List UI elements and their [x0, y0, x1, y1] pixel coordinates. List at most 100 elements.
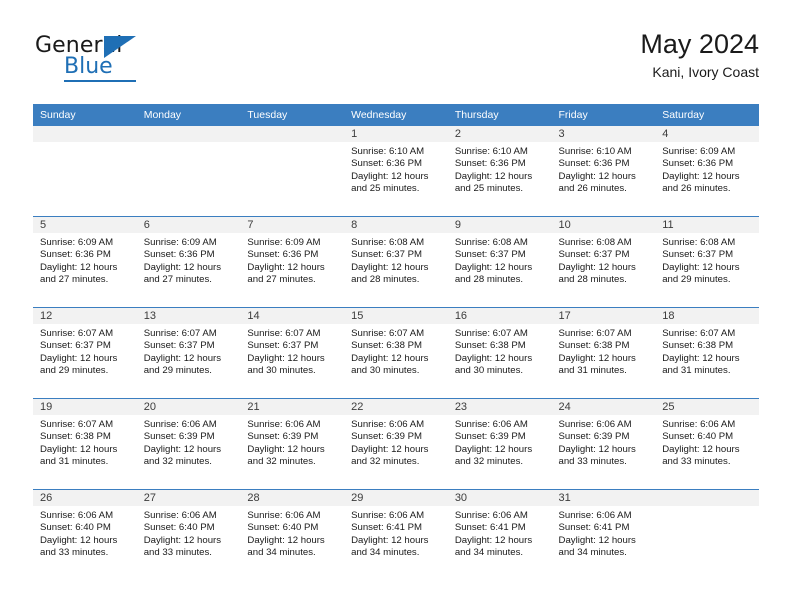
day-number: 2	[447, 126, 552, 142]
daylight-text-line1: Daylight: 12 hours	[40, 352, 118, 364]
sunrise-text: Sunrise: 6:06 AM	[143, 419, 217, 430]
day-number: 20	[136, 399, 241, 415]
daylight-text-line1: Daylight: 12 hours	[143, 261, 222, 273]
sunset-text: Sunset: 6:37 PM	[662, 249, 734, 261]
daylight-text-line1: Daylight: 12 hours	[351, 443, 429, 455]
calendar-day-cell[interactable]: 12 Sunrise: 6:07 AM Sunset: 6:37 PM Dayligh…	[33, 307, 137, 399]
daylight-text-line1: Daylight: 12 hours	[558, 352, 636, 364]
day-number: 23	[447, 399, 552, 415]
daylight-text-line2: and 28 minutes.	[558, 274, 627, 286]
calendar-day-cell[interactable]: 5 Sunrise: 6:09 AM Sunset: 6:36 PM Daylight…	[33, 216, 137, 308]
calendar-day-cell[interactable]: 19 Sunrise: 6:07 AM Sunset: 6:38 PM Dayligh…	[33, 398, 137, 490]
daylight-text-line1: Daylight: 12 hours	[454, 170, 533, 182]
daylight-text-line1: Daylight: 12 hours	[454, 443, 533, 455]
daylight-text-line2: and 28 minutes.	[454, 274, 524, 286]
calendar-day-cell[interactable]: 14 Sunrise: 6:07 AM Sunset: 6:37 PM Dayligh…	[240, 307, 345, 399]
sunrise-text: Sunrise: 6:06 AM	[454, 419, 528, 430]
day-details	[137, 142, 241, 146]
calendar-day-cell[interactable]: 7 Sunrise: 6:09 AM Sunset: 6:36 PM Daylight…	[240, 216, 345, 308]
day-number: 25	[655, 399, 759, 415]
day-details	[33, 142, 137, 146]
day-number	[136, 126, 241, 142]
daylight-text-line1: Daylight: 12 hours	[558, 261, 636, 273]
daylight-text-line2: and 25 minutes.	[351, 183, 420, 195]
calendar-day-cell[interactable]: 15 Sunrise: 6:07 AM Sunset: 6:38 PM Dayligh…	[344, 307, 448, 399]
daylight-text-line2: and 30 minutes.	[351, 365, 420, 377]
day-details: Sunrise: 6:10 AM Sunset: 6:36 PM Daylight:…	[344, 142, 448, 196]
calendar-empty-cell	[655, 489, 759, 580]
day-number: 18	[655, 308, 759, 324]
weekday-header-tuesday: Tuesday	[240, 104, 345, 126]
calendar-week-row: 5 Sunrise: 6:09 AM Sunset: 6:36 PM Daylight…	[33, 216, 759, 308]
calendar-day-cell[interactable]: 8 Sunrise: 6:08 AM Sunset: 6:37 PM Daylight…	[344, 216, 448, 308]
calendar-day-cell[interactable]: 9 Sunrise: 6:08 AM Sunset: 6:37 PM Daylight…	[447, 216, 552, 308]
daylight-text-line1: Daylight: 12 hours	[454, 261, 533, 273]
calendar-day-cell[interactable]: 11 Sunrise: 6:08 AM Sunset: 6:37 PM Dayligh…	[655, 216, 759, 308]
calendar-day-cell[interactable]: 21 Sunrise: 6:06 AM Sunset: 6:39 PM Dayligh…	[240, 398, 345, 490]
day-details: Sunrise: 6:09 AM Sunset: 6:36 PM Daylight:…	[137, 233, 241, 287]
sunrise-text: Sunrise: 6:07 AM	[143, 328, 217, 339]
calendar-body: 1 Sunrise: 6:10 AM Sunset: 6:36 PM Daylight…	[33, 126, 759, 580]
calendar-day-cell[interactable]: 23 Sunrise: 6:06 AM Sunset: 6:39 PM Dayligh…	[447, 398, 552, 490]
calendar-day-cell[interactable]: 30 Sunrise: 6:06 AM Sunset: 6:41 PM Dayligh…	[447, 489, 552, 580]
calendar-day-cell[interactable]: 16 Sunrise: 6:07 AM Sunset: 6:38 PM Dayligh…	[447, 307, 552, 399]
sunset-text: Sunset: 6:37 PM	[351, 249, 423, 261]
day-number	[655, 490, 759, 506]
weekday-header-wednesday: Wednesday	[344, 104, 448, 126]
day-number: 10	[551, 217, 656, 233]
day-number: 31	[551, 490, 656, 506]
daylight-text-line1: Daylight: 12 hours	[351, 534, 429, 546]
daylight-text-line1: Daylight: 12 hours	[143, 534, 222, 546]
daylight-text-line1: Daylight: 12 hours	[40, 443, 118, 455]
calendar-table: Sunday Monday Tuesday Wednesday Thursday…	[33, 104, 759, 580]
sunrise-text: Sunrise: 6:06 AM	[558, 419, 632, 430]
calendar-day-cell[interactable]: 27 Sunrise: 6:06 AM Sunset: 6:40 PM Dayligh…	[136, 489, 241, 580]
calendar-day-cell[interactable]: 29 Sunrise: 6:06 AM Sunset: 6:41 PM Dayligh…	[344, 489, 448, 580]
day-details: Sunrise: 6:07 AM Sunset: 6:37 PM Daylight:…	[33, 324, 137, 378]
calendar-day-cell[interactable]: 26 Sunrise: 6:06 AM Sunset: 6:40 PM Dayligh…	[33, 489, 137, 580]
calendar-day-cell[interactable]: 6 Sunrise: 6:09 AM Sunset: 6:36 PM Daylight…	[136, 216, 241, 308]
day-details: Sunrise: 6:06 AM Sunset: 6:41 PM Daylight:…	[552, 506, 656, 560]
calendar-day-cell[interactable]: 17 Sunrise: 6:07 AM Sunset: 6:38 PM Dayligh…	[551, 307, 656, 399]
calendar-day-cell[interactable]: 2 Sunrise: 6:10 AM Sunset: 6:36 PM Daylight…	[447, 126, 552, 217]
calendar-day-cell[interactable]: 1 Sunrise: 6:10 AM Sunset: 6:36 PM Daylight…	[344, 126, 448, 217]
calendar-day-cell[interactable]: 4 Sunrise: 6:09 AM Sunset: 6:36 PM Daylight…	[655, 126, 759, 217]
day-number: 8	[344, 217, 448, 233]
day-details: Sunrise: 6:06 AM Sunset: 6:41 PM Daylight:…	[344, 506, 448, 560]
day-details: Sunrise: 6:07 AM Sunset: 6:37 PM Daylight:…	[240, 324, 344, 378]
day-number: 16	[447, 308, 552, 324]
daylight-text-line2: and 29 minutes.	[143, 365, 212, 377]
calendar-day-cell[interactable]: 10 Sunrise: 6:08 AM Sunset: 6:37 PM Dayligh…	[551, 216, 656, 308]
daylight-text-line2: and 29 minutes.	[40, 365, 109, 377]
calendar-day-cell[interactable]: 18 Sunrise: 6:07 AM Sunset: 6:38 PM Dayligh…	[655, 307, 759, 399]
calendar-day-cell[interactable]: 3 Sunrise: 6:10 AM Sunset: 6:36 PM Daylight…	[551, 126, 656, 217]
daylight-text-line2: and 30 minutes.	[454, 365, 524, 377]
sunset-text: Sunset: 6:41 PM	[558, 522, 630, 534]
calendar-day-cell[interactable]: 20 Sunrise: 6:06 AM Sunset: 6:39 PM Dayligh…	[136, 398, 241, 490]
day-number: 4	[655, 126, 759, 142]
sunset-text: Sunset: 6:36 PM	[247, 249, 319, 261]
calendar-day-cell[interactable]: 22 Sunrise: 6:06 AM Sunset: 6:39 PM Dayligh…	[344, 398, 448, 490]
day-number: 13	[136, 308, 241, 324]
weekday-header-monday: Monday	[136, 104, 241, 126]
calendar-day-cell[interactable]: 31 Sunrise: 6:06 AM Sunset: 6:41 PM Dayligh…	[551, 489, 656, 580]
sunset-text: Sunset: 6:37 PM	[247, 340, 319, 352]
day-number	[33, 126, 137, 142]
sunset-text: Sunset: 6:40 PM	[662, 431, 734, 443]
day-number: 21	[240, 399, 345, 415]
calendar-day-cell[interactable]: 25 Sunrise: 6:06 AM Sunset: 6:40 PM Dayligh…	[655, 398, 759, 490]
daylight-text-line1: Daylight: 12 hours	[351, 170, 429, 182]
sunrise-text: Sunrise: 6:06 AM	[454, 510, 528, 521]
daylight-text-line2: and 30 minutes.	[247, 365, 316, 377]
daylight-text-line1: Daylight: 12 hours	[558, 443, 636, 455]
day-details: Sunrise: 6:07 AM Sunset: 6:38 PM Daylight:…	[33, 415, 137, 469]
calendar-day-cell[interactable]: 28 Sunrise: 6:06 AM Sunset: 6:40 PM Dayligh…	[240, 489, 345, 580]
sunrise-text: Sunrise: 6:06 AM	[40, 510, 114, 521]
calendar-day-cell[interactable]: 13 Sunrise: 6:07 AM Sunset: 6:37 PM Dayligh…	[136, 307, 241, 399]
weekday-header-thursday: Thursday	[447, 104, 552, 126]
calendar-day-cell[interactable]: 24 Sunrise: 6:06 AM Sunset: 6:39 PM Dayligh…	[551, 398, 656, 490]
day-details: Sunrise: 6:06 AM Sunset: 6:39 PM Daylight:…	[137, 415, 241, 469]
daylight-text-line2: and 29 minutes.	[662, 274, 731, 286]
daylight-text-line1: Daylight: 12 hours	[247, 534, 325, 546]
day-details: Sunrise: 6:07 AM Sunset: 6:37 PM Daylight:…	[137, 324, 241, 378]
